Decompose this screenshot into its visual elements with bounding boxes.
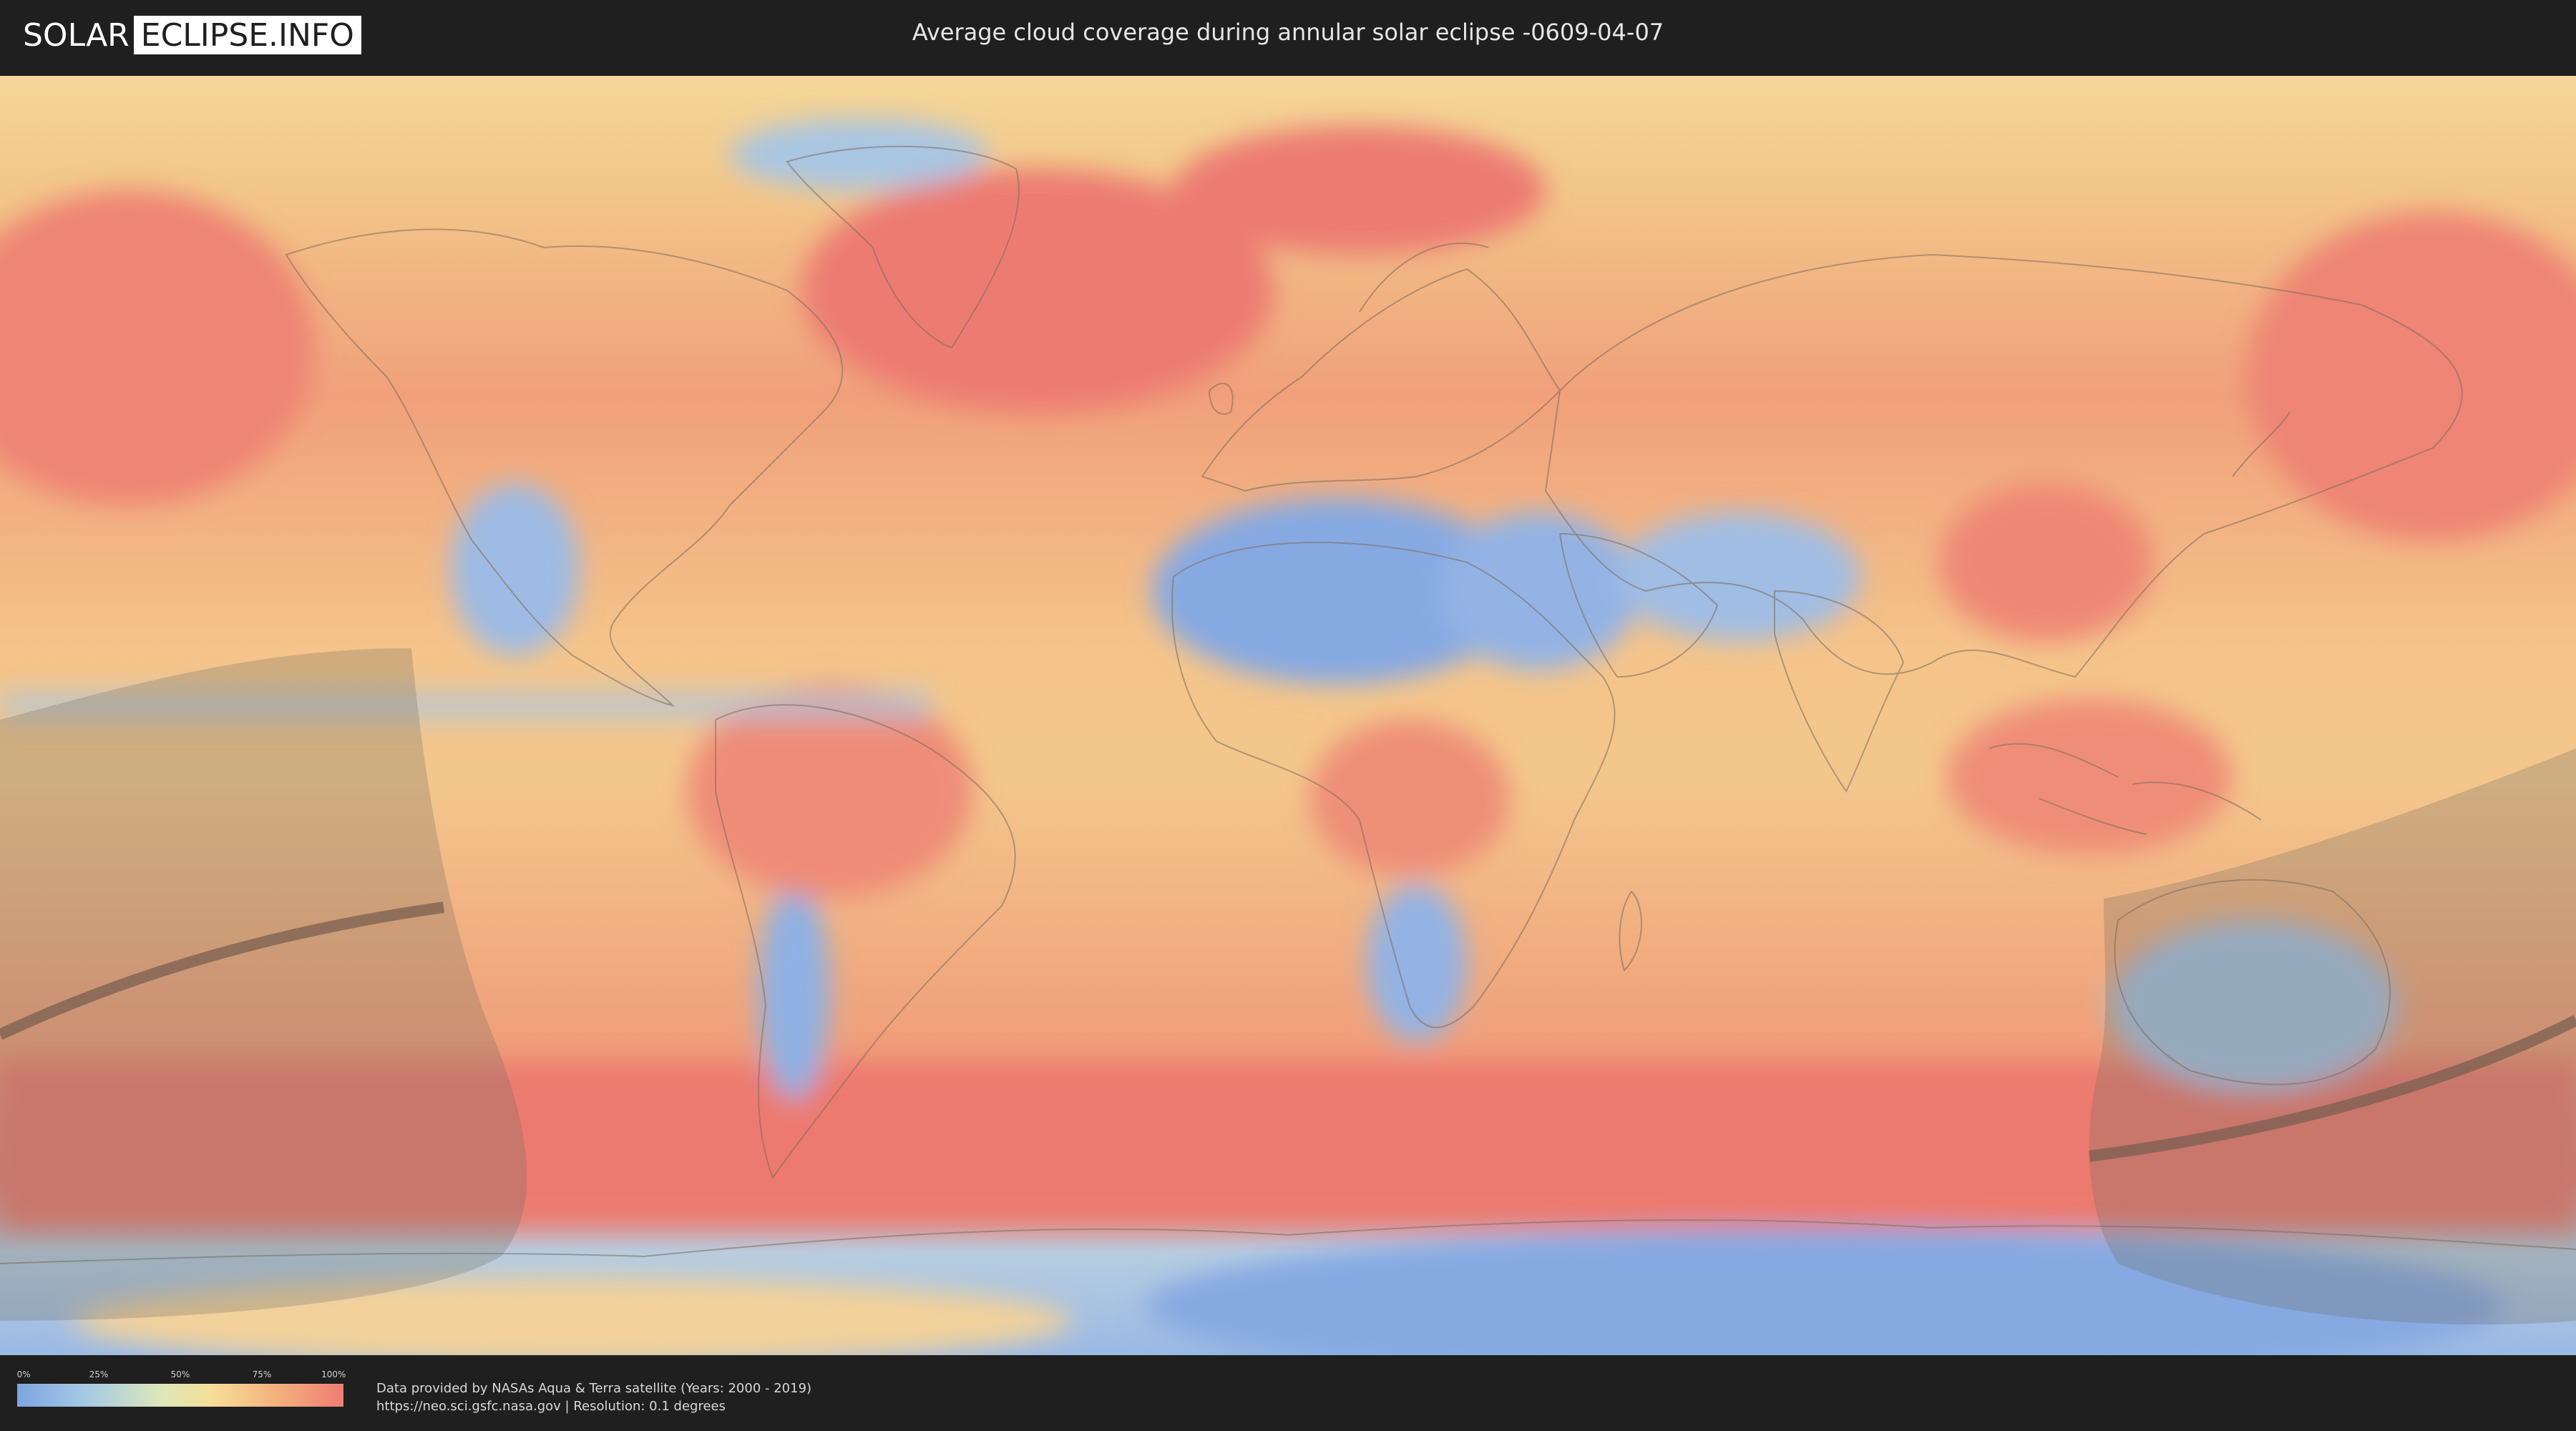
legend-color-bar — [17, 1384, 343, 1407]
legend-tick-75: 75% — [252, 1369, 272, 1379]
legend-tick-50: 50% — [170, 1369, 190, 1379]
cloud-coverage-legend: 0% 25% 50% 75% 100% — [16, 1369, 346, 1407]
header-bar: SOLAR ECLIPSE.INFO Average cloud coverag… — [0, 0, 2576, 72]
world-map-svg — [0, 76, 2576, 1355]
legend-tick-25: 25% — [89, 1369, 109, 1379]
legend-ticks: 0% 25% 50% 75% 100% — [16, 1369, 346, 1384]
data-credits: Data provided by NASAs Aqua & Terra sate… — [376, 1379, 811, 1415]
legend-tick-0: 0% — [16, 1369, 31, 1379]
footer-bar: 0% 25% 50% 75% 100% Data provided by NAS… — [0, 1355, 2576, 1431]
page-title: Average cloud coverage during annular so… — [912, 19, 1664, 46]
cloud-coverage-map[interactable] — [0, 76, 2576, 1355]
credits-line-source: Data provided by NASAs Aqua & Terra sate… — [376, 1381, 812, 1396]
credits-line-url[interactable]: https://neo.sci.gsfc.nasa.gov | Resoluti… — [376, 1397, 811, 1415]
legend-tick-100: 100% — [321, 1369, 346, 1379]
